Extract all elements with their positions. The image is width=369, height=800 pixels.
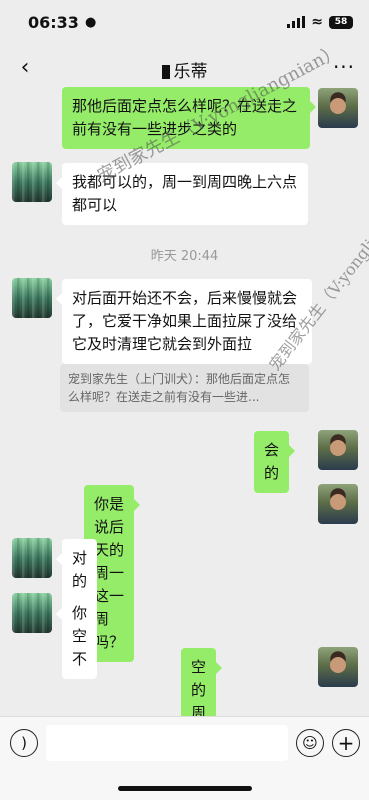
self-avatar[interactable] bbox=[318, 647, 358, 687]
self-avatar[interactable] bbox=[318, 430, 358, 470]
self-avatar[interactable] bbox=[318, 484, 358, 524]
ellipsis-icon[interactable]: ··· bbox=[329, 52, 359, 82]
person-icon: ● bbox=[84, 14, 97, 30]
signal-icon bbox=[287, 16, 306, 28]
wifi-icon: ≈ bbox=[311, 14, 323, 30]
quoted-message[interactable]: 宠到家先生（上门训犬）：那他后面定点怎么样呢？在送走之前有没有一些进... bbox=[60, 364, 309, 412]
chat-header: ‹ 乐蒂 ··· bbox=[0, 44, 369, 90]
status-icons: ≈ 58 bbox=[287, 14, 353, 30]
message-bubble[interactable]: 我都可以的，周一到周四晚上六点都可以 bbox=[56, 163, 308, 225]
plus-icon[interactable]: + bbox=[332, 729, 360, 757]
timestamp: 昨天 20:44 bbox=[150, 249, 219, 264]
contact-name-mask bbox=[161, 65, 170, 79]
message-input[interactable] bbox=[46, 725, 288, 761]
home-indicator bbox=[118, 786, 252, 791]
emoji-icon[interactable]: ☺ bbox=[296, 729, 324, 757]
contact-avatar[interactable] bbox=[12, 162, 52, 202]
message-bubble[interactable]: 会的 bbox=[254, 431, 296, 493]
message-bubble[interactable]: 对后面开始还不会，后来慢慢就会了，它爱干净如果上面拉屎了没给它及时清理它就会到外… bbox=[56, 279, 312, 364]
chat-title: 乐蒂 bbox=[0, 57, 369, 82]
message-bubble[interactable]: 那他后面定点怎么样呢？在送走之前有没有一些进步之类的 bbox=[62, 87, 316, 149]
battery-icon: 58 bbox=[329, 15, 353, 29]
voice-icon[interactable]: ) bbox=[10, 729, 38, 757]
message-bubble[interactable]: 你空不 bbox=[55, 594, 98, 679]
contact-avatar[interactable] bbox=[12, 538, 52, 578]
contact-name: 乐蒂 bbox=[173, 62, 208, 82]
message-bubble[interactable]: 对的 bbox=[55, 539, 98, 601]
contact-avatar[interactable] bbox=[12, 278, 52, 318]
self-avatar[interactable] bbox=[318, 88, 358, 128]
contact-avatar[interactable] bbox=[12, 593, 52, 633]
status-time: 06:33 bbox=[28, 12, 79, 32]
status-bar: 06:33 ● ≈ 58 bbox=[0, 0, 369, 44]
